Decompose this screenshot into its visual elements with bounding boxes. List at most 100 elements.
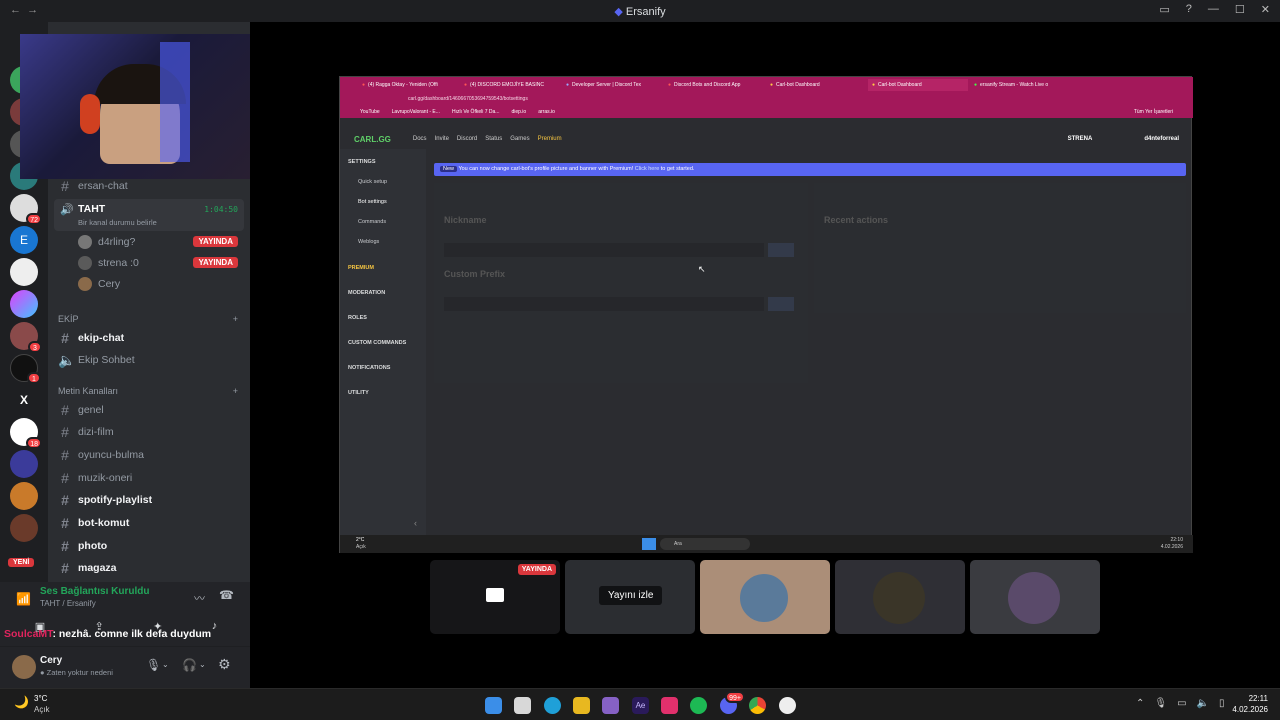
sidebar-item-weblogs[interactable]: Weblogs (358, 239, 379, 245)
server-icon[interactable]: 18 (10, 418, 42, 449)
channel-status[interactable]: Bir kanal durumu belirle (78, 218, 157, 227)
after-effects-icon[interactable]: Ae (632, 697, 649, 714)
channel-ekip-chat[interactable]: # ekip-chat (58, 328, 244, 348)
maximize-button[interactable]: ☐ (1235, 3, 1245, 16)
sidebar-custom-commands[interactable]: CUSTOM COMMANDS (348, 340, 406, 346)
nav-games[interactable]: Games (510, 136, 529, 142)
watch-stream-button[interactable]: Yayını izle (599, 586, 663, 605)
screenshare-view[interactable]: ● (4) Ragga Oktay - Yeniden (Offi ● (4) DI… (339, 76, 1193, 553)
add-channel-icon[interactable]: + (233, 386, 238, 396)
clock-date[interactable]: 4.02.2026 (1222, 705, 1268, 714)
server-icon[interactable]: 72 (10, 194, 42, 225)
inner-start-icon[interactable] (642, 538, 656, 550)
sidebar-notifications[interactable]: NOTIFICATIONS (348, 365, 390, 371)
browser-tab[interactable]: ● ersanify Stream - Watch Live o (970, 79, 1070, 91)
nav-premium[interactable]: Premium (538, 136, 562, 142)
stream-tile-strena[interactable]: Yayını izle (565, 560, 695, 634)
channel-oyuncu-bulma[interactable]: # oyuncu-bulma (58, 445, 244, 465)
server-icon[interactable] (10, 514, 38, 542)
weather-desc[interactable]: Açık (34, 705, 50, 714)
stream-tile-d4rling[interactable]: YAYINDA (430, 560, 560, 634)
prefix-save-button[interactable] (768, 297, 794, 311)
bookmark[interactable]: diep.io (511, 109, 526, 115)
collapse-sidebar-icon[interactable]: ‹ (414, 518, 417, 528)
network-icon[interactable]: ▭ (1177, 698, 1186, 709)
chrome-icon[interactable] (749, 697, 766, 714)
mic-icon[interactable]: 🎙 (1154, 698, 1167, 709)
weather-temp[interactable]: 3°C (34, 694, 47, 703)
nav-docs[interactable]: Docs (413, 136, 427, 142)
store-icon[interactable] (514, 697, 531, 714)
bookmark[interactable]: YouTube (360, 109, 380, 115)
server-icon[interactable] (10, 290, 38, 318)
user-avatar[interactable] (12, 655, 36, 679)
voice-user[interactable]: Cery (78, 274, 244, 294)
server-icon[interactable]: 3 (10, 322, 42, 353)
carl-logo[interactable]: CARL.GG (354, 135, 391, 144)
user-tile[interactable] (700, 560, 830, 634)
sidebar-item-bot-settings[interactable]: Bot settings (358, 199, 387, 205)
user-tile[interactable] (970, 560, 1100, 634)
sidebar-moderation[interactable]: MODERATION (348, 290, 385, 296)
channel-ekip-sohbet[interactable]: 🔈 Ekip Sohbet (58, 350, 244, 370)
instagram-icon[interactable] (661, 697, 678, 714)
address-bar[interactable]: carl.gg/dashboard/1460667053694759543/bo… (340, 92, 1193, 106)
bookmark[interactable]: arras.io (538, 109, 555, 115)
bookmark[interactable]: Hızlı Ve Öfkeli 7 Da... (452, 109, 500, 115)
sidebar-item-commands[interactable]: Commands (358, 219, 386, 225)
username[interactable]: Cery (40, 655, 62, 666)
nickname-input[interactable] (444, 243, 764, 257)
nav-invite[interactable]: Invite (435, 136, 449, 142)
start-icon[interactable] (485, 697, 502, 714)
carl-username[interactable]: d4nteforreal (1144, 136, 1179, 142)
server-icon[interactable]: E (10, 226, 38, 254)
server-icon[interactable]: 1 (10, 354, 41, 384)
server-icon[interactable] (10, 450, 38, 478)
server-icon[interactable] (10, 482, 38, 510)
all-bookmarks[interactable]: Tüm Yer İşaretleri (1134, 109, 1173, 115)
browser-tab[interactable]: ● (4) DISCORD EMOJİYE BASINC (460, 79, 560, 91)
channel-muzik-oneri[interactable]: # muzik-oneri (58, 468, 244, 488)
voice-user[interactable]: strena :0 YAYINDA (78, 253, 244, 273)
carl-server-name[interactable]: STRENA (1068, 136, 1093, 142)
prefix-input[interactable] (444, 297, 764, 311)
discord-icon[interactable]: 99+ (720, 691, 745, 714)
nav-status[interactable]: Status (485, 136, 502, 142)
edge-icon[interactable] (544, 697, 561, 714)
soundboard-icon[interactable]: ♪ (212, 620, 218, 632)
chevron-down-icon[interactable]: ⌄ (162, 660, 169, 669)
banner-link[interactable]: Click here (635, 166, 659, 172)
channel-bot-komut[interactable]: # bot-komut (58, 513, 244, 533)
channel-photo[interactable]: # photo (58, 536, 244, 556)
inner-search[interactable]: Ara (660, 538, 750, 550)
voice-status[interactable]: Ses Bağlantısı Kuruldu (40, 586, 149, 597)
mic-icon[interactable]: 🎙 (146, 658, 161, 672)
noise-suppression-icon[interactable]: 〰 (194, 590, 205, 606)
help-icon[interactable]: ? (1186, 3, 1192, 16)
clock-time[interactable]: 22:11 (1236, 694, 1268, 703)
steam-icon[interactable] (779, 697, 796, 714)
sidebar-roles[interactable]: ROLES (348, 315, 367, 321)
sidebar-settings[interactable]: SETTINGS (348, 159, 376, 165)
channel-genel[interactable]: # genel (58, 400, 244, 420)
add-channel-icon[interactable]: + (233, 314, 238, 324)
channel-dizi-film[interactable]: # dizi-film (58, 422, 244, 442)
minimize-button[interactable]: — (1208, 3, 1219, 16)
x-server-icon[interactable]: X (10, 386, 38, 414)
user-tile[interactable] (835, 560, 965, 634)
bookmark[interactable]: LavrupoValorant - E... (392, 109, 440, 115)
spotify-icon[interactable] (690, 697, 707, 714)
sidebar-utility[interactable]: UTILITY (348, 390, 369, 396)
browser-tab[interactable]: ● Carl-bot Dashboard (868, 78, 968, 91)
browser-tab[interactable]: ● Discord Bots and Discord App (664, 79, 764, 91)
browser-tab[interactable]: ● Carl-bot Dashboard (766, 79, 866, 91)
voice-user[interactable]: d4rling? YAYINDA (78, 232, 244, 252)
channel-magaza[interactable]: # magaza (58, 558, 244, 578)
nav-discord[interactable]: Discord (457, 136, 477, 142)
voice-location[interactable]: TAHT / Ersanify (40, 599, 96, 608)
disconnect-icon[interactable]: ☎ (219, 588, 234, 602)
visual-studio-icon[interactable] (602, 697, 619, 714)
category-ekip[interactable]: EKİP + (58, 314, 238, 324)
browser-tab[interactable]: ● Developer Server | Discord Tex (562, 79, 662, 91)
sidebar-item-quick-setup[interactable]: Quick setup (358, 179, 387, 185)
